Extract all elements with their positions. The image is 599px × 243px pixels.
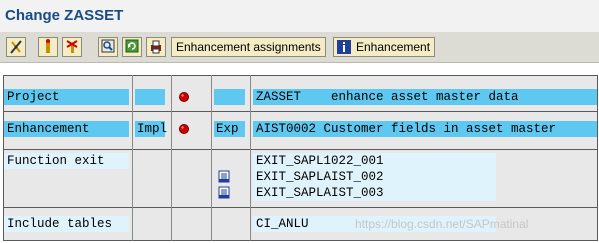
print-button[interactable] [146, 37, 166, 57]
enhancement-assignments-button[interactable]: Enhancement assignments [171, 37, 326, 57]
document-icon [218, 186, 230, 199]
grid-line [250, 75, 251, 241]
enhancement-button[interactable]: Enhancement [333, 37, 436, 57]
display-change-button[interactable] [6, 37, 26, 57]
refresh-button[interactable] [122, 37, 142, 57]
project-exp-cell [214, 89, 245, 105]
info-icon [337, 40, 351, 54]
print-icon [151, 40, 161, 54]
red-led-icon [179, 92, 189, 102]
red-led-icon [179, 124, 189, 134]
application-toolbar: Enhancement assignments Enhancement [0, 32, 599, 63]
grid-line [4, 240, 597, 241]
project-value[interactable]: ZASSET enhance asset master data [253, 89, 597, 105]
function-exit-label: Function exit [4, 153, 129, 169]
include-tables-label: Include tables [4, 216, 129, 232]
enhancement-assignments-label: Enhancement assignments [176, 40, 321, 54]
activate-icon [46, 39, 50, 53]
activate-button[interactable] [38, 37, 58, 57]
display-change-icon [10, 40, 22, 54]
enhancement-label-cell: Enhancement [4, 121, 129, 137]
grid-line [211, 75, 212, 241]
watermark: https://blog.csdn.net/SAPmatinal [355, 217, 529, 231]
grid-line [171, 75, 172, 241]
enhancement-label: Enhancement [356, 40, 431, 54]
grid-line [4, 111, 597, 112]
enhancement-impl: Impl [135, 121, 168, 137]
function-exit-item[interactable]: EXIT_SAPLAIST_002 [253, 169, 496, 185]
project-impl-cell [135, 89, 165, 105]
page-title: Change ZASSET [5, 7, 124, 24]
title-bar: Change ZASSET [0, 0, 599, 32]
function-exit-item[interactable]: EXIT_SAPLAIST_003 [253, 185, 496, 201]
deactivate-icon [66, 40, 78, 53]
grid-line [132, 75, 133, 241]
find-button[interactable] [98, 37, 118, 57]
deactivate-button[interactable] [62, 37, 82, 57]
refresh-icon [125, 39, 139, 53]
grid-line [4, 75, 597, 76]
project-label: Project [4, 89, 129, 105]
grid-line [4, 149, 597, 150]
spacer [0, 63, 599, 75]
enhancement-value[interactable]: AIST0002 Customer fields in asset master [253, 121, 597, 137]
find-icon [101, 39, 115, 53]
enhancement-exp: Exp [214, 121, 245, 137]
function-exit-item[interactable]: EXIT_SAPL1022_001 [253, 153, 496, 169]
grid-line [4, 207, 597, 208]
document-icon [218, 170, 230, 183]
